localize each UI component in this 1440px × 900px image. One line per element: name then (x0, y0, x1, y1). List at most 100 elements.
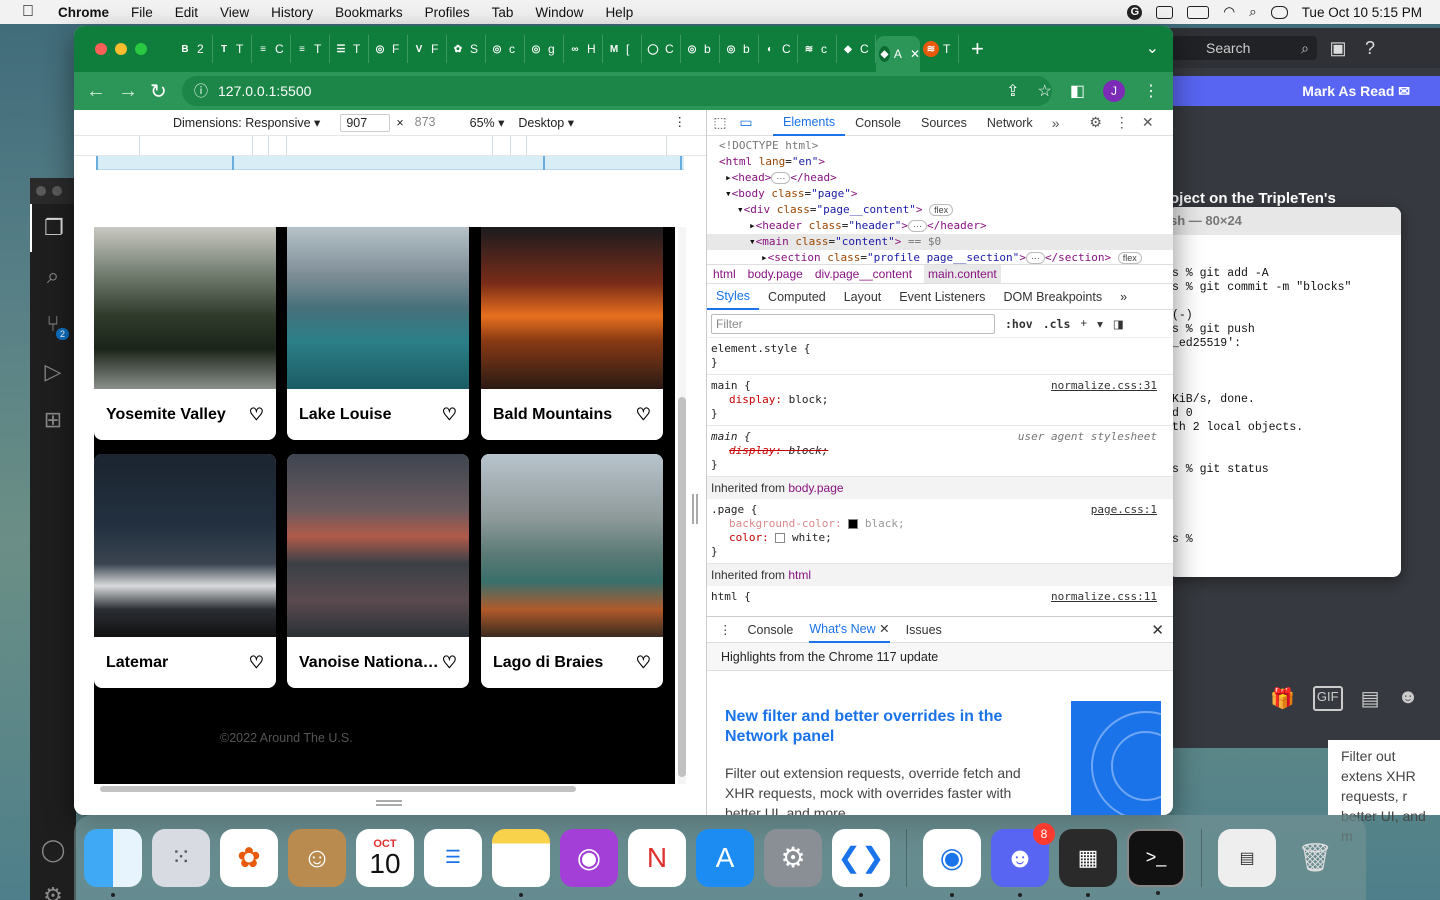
breadcrumb-item[interactable]: html (713, 267, 736, 281)
menu-app-name[interactable]: Chrome (56, 5, 120, 20)
breadcrumb-item[interactable]: body.page (748, 267, 803, 281)
zoom-window-button[interactable] (135, 43, 147, 55)
browser-tab[interactable]: ☰ T (330, 35, 369, 63)
source-control-icon[interactable]: ⑂ 2 (30, 300, 76, 348)
dimensions-dropdown[interactable]: Dimensions: Responsive ▾ (173, 115, 320, 130)
more-subtabs-icon[interactable]: » (1111, 290, 1136, 304)
tab-event-listeners[interactable]: Event Listeners (890, 290, 994, 304)
page-horizontal-scrollbar[interactable] (100, 786, 576, 792)
close-devtools-icon[interactable]: ✕ (1135, 114, 1161, 131)
source-link[interactable]: normalize.css:31 (1051, 379, 1157, 393)
devtools-menu-icon[interactable]: ⋮ (1109, 114, 1135, 131)
like-heart-icon[interactable]: ♡ (636, 653, 651, 673)
tab-sources[interactable]: Sources (911, 110, 977, 136)
close-window-button[interactable] (95, 43, 107, 55)
photos-icon[interactable]: ✿ (220, 828, 278, 887)
podcasts-icon[interactable]: ◉ (560, 828, 618, 887)
tab-layout[interactable]: Layout (835, 290, 891, 304)
discord-search-input[interactable]: Search ⌕ (1172, 36, 1317, 60)
back-arrow-icon[interactable]: ← (86, 80, 106, 103)
zoom-dropdown[interactable]: 65% ▾ (470, 115, 505, 130)
close-drawer-icon[interactable]: ✕ (1151, 621, 1164, 639)
menu-profiles[interactable]: Profiles (414, 5, 481, 20)
browser-tab[interactable]: ◎ c (486, 35, 525, 63)
drawer-tab-whats-new[interactable]: What's New ✕ (809, 617, 890, 643)
css-rule[interactable]: element.style {} (707, 338, 1173, 375)
cls-toggle[interactable]: .cls (1043, 317, 1071, 331)
side-panel-icon[interactable]: ◧ (1070, 81, 1085, 101)
browser-tab[interactable]: ◎ b (720, 35, 759, 63)
dom-node-selected[interactable]: ▾<main class="content"> == $0 (707, 234, 1173, 250)
computed-sidebar-icon[interactable]: ◨ (1113, 317, 1124, 331)
width-resize-handle[interactable] (692, 494, 698, 524)
menu-tab[interactable]: Tab (481, 5, 525, 20)
emoji-icon[interactable]: ☻ (1397, 686, 1418, 711)
page-vertical-scrollbar[interactable] (678, 227, 686, 784)
dom-node[interactable]: ▾<div class="page__content"> flex (719, 202, 1173, 218)
devtools-settings-gear-icon[interactable]: ⚙ (1083, 114, 1109, 131)
menu-history[interactable]: History (260, 5, 324, 20)
card-image[interactable] (481, 227, 663, 389)
css-rule[interactable]: page.css:1 .page {background-color: black… (707, 499, 1173, 564)
card-image[interactable] (94, 454, 276, 637)
menu-view[interactable]: View (209, 5, 260, 20)
account-icon[interactable]: ◯ (30, 826, 76, 874)
hov-toggle[interactable]: :hov (1005, 317, 1033, 331)
menu-bookmarks[interactable]: Bookmarks (324, 5, 414, 20)
paint-icon[interactable]: ▾ (1097, 317, 1103, 331)
reminders-icon[interactable]: ☰ (424, 828, 482, 887)
source-link[interactable]: page.css:1 (1091, 503, 1157, 517)
dom-node[interactable]: ▸<header class="header"> ··· </header> (719, 218, 1173, 234)
bookmark-star-icon[interactable]: ☆ (1038, 81, 1052, 101)
browser-tab[interactable]: ◆ C (837, 35, 876, 63)
menu-window[interactable]: Window (524, 5, 594, 20)
breadcrumb-item[interactable]: div.page__content (815, 267, 912, 281)
app-store-icon[interactable]: A (696, 828, 754, 887)
grammarly-icon[interactable]: G (1127, 4, 1143, 20)
keyboard-icon[interactable] (1156, 5, 1174, 19)
chrome-menu-icon[interactable]: ⋮ (1143, 81, 1159, 101)
tab-console[interactable]: Console (845, 110, 911, 136)
card-image[interactable] (287, 454, 469, 637)
new-rule-icon[interactable]: + (1080, 318, 1087, 330)
tab-dom-breakpoints[interactable]: DOM Breakpoints (994, 290, 1111, 304)
tab-network[interactable]: Network (977, 110, 1043, 136)
drawer-menu-icon[interactable]: ⋮ (719, 622, 732, 637)
browser-tab[interactable]: M[ (603, 35, 642, 63)
share-icon[interactable]: ⇪ (1006, 81, 1019, 101)
drawer-tab-issues[interactable]: Issues (906, 623, 942, 637)
styles-filter-input[interactable]: Filter (711, 313, 995, 334)
dom-node[interactable]: ▸<section class="profile page__section">… (719, 250, 1173, 264)
explorer-icon[interactable]: ❐ (30, 204, 76, 252)
browser-tab[interactable]: ◎ b (681, 35, 720, 63)
swap-dimensions-icon[interactable]: × (396, 116, 403, 130)
wifi-icon[interactable]: ◠ (1223, 4, 1235, 20)
browser-tab[interactable]: TT (213, 35, 252, 63)
control-center-icon[interactable] (1270, 5, 1288, 19)
active-tab[interactable]: ◆ A ✕ (876, 36, 920, 72)
calculator-icon[interactable]: ▦ (1059, 828, 1117, 897)
browser-tab[interactable]: ◎ F (369, 35, 408, 63)
browser-tab[interactable]: ≡ T (291, 35, 330, 63)
like-heart-icon[interactable]: ♡ (249, 405, 264, 425)
system-settings-icon[interactable]: ⚙ (764, 828, 822, 887)
width-input[interactable]: 907 (340, 113, 391, 132)
search-icon[interactable]: ⌕ (30, 252, 76, 300)
height-input[interactable]: 873 (410, 114, 460, 132)
launchpad-icon[interactable]: ⁙ (152, 828, 210, 887)
menu-help[interactable]: Help (594, 5, 644, 20)
tab-elements[interactable]: Elements (773, 110, 846, 136)
battery-icon[interactable] (1187, 5, 1210, 19)
contacts-icon[interactable]: ☺ (288, 828, 346, 887)
reload-icon[interactable]: ↻ (150, 79, 167, 104)
gif-icon[interactable]: GIF (1312, 686, 1343, 711)
browser-tab[interactable]: VF (408, 35, 447, 63)
extensions-icon[interactable]: ⊞ (30, 396, 76, 444)
dom-node[interactable]: <html lang="en"> (719, 154, 1173, 170)
like-heart-icon[interactable]: ♡ (249, 653, 264, 673)
new-tab-button[interactable]: + (971, 36, 984, 62)
card-image[interactable] (481, 454, 663, 637)
tab-styles[interactable]: Styles (707, 284, 760, 310)
address-bar[interactable]: ⓘ 127.0.0.1:5500 (182, 76, 1052, 106)
like-heart-icon[interactable]: ♡ (442, 405, 457, 425)
